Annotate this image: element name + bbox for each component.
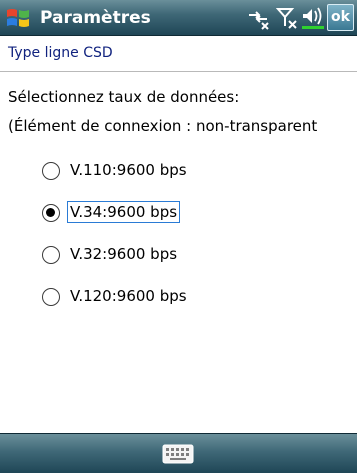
radio-button[interactable] [42, 288, 60, 306]
radio-button-selected[interactable] [42, 204, 60, 222]
connectivity-icon[interactable] [247, 6, 271, 30]
ok-button[interactable]: ok [327, 4, 354, 31]
radio-button[interactable] [42, 246, 60, 264]
signal-off-icon[interactable] [276, 6, 298, 30]
instruction-text: Sélectionnez taux de données: [8, 88, 240, 106]
option-label[interactable]: V.110:9600 bps [68, 160, 189, 180]
window-title: Paramètres [40, 8, 151, 28]
screen: Paramètres ok Type ligne CSD Sélectionne… [0, 0, 357, 473]
page-header: Type ligne CSD [0, 36, 357, 72]
option-label[interactable]: V.32:9600 bps [68, 244, 179, 264]
option-label[interactable]: V.34:9600 bps [66, 201, 181, 223]
instruction-subtext: (Élément de connexion : non-transparent [8, 117, 318, 135]
volume-icon[interactable] [301, 6, 325, 30]
bottom-bar [0, 433, 357, 473]
page-title: Type ligne CSD [8, 45, 113, 61]
keyboard-icon[interactable] [161, 441, 195, 467]
option-label[interactable]: V.120:9600 bps [68, 286, 189, 306]
radio-button[interactable] [42, 162, 60, 180]
title-bar: Paramètres ok [0, 0, 357, 36]
windows-start-icon[interactable] [4, 4, 32, 32]
